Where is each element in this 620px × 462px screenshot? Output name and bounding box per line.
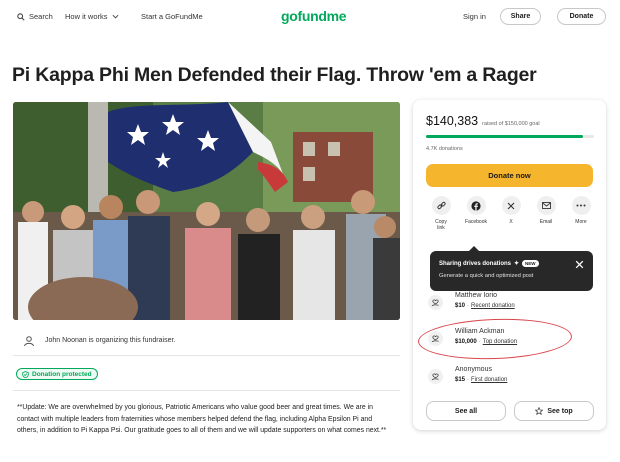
organizer-text: John Noonan is organizing this fundraise… (45, 337, 176, 344)
close-icon[interactable] (574, 259, 585, 270)
donor-amount: $15 (455, 377, 466, 383)
donor-meta: $10 · Recent donation (455, 303, 515, 309)
sharing-tooltip: Sharing drives donations ✦ NEW Generate … (430, 246, 593, 291)
separator-dot: · (467, 377, 470, 383)
share-facebook-label: Facebook (465, 219, 487, 225)
progress-bar (426, 135, 594, 138)
more-icon (571, 196, 591, 215)
donor-name: Anonymous (455, 366, 492, 373)
share-email[interactable]: Email (531, 196, 561, 225)
facebook-icon (466, 196, 486, 215)
share-button[interactable]: Share (500, 8, 541, 25)
email-icon (536, 196, 556, 215)
donor-meta: $15 · First donation (455, 377, 507, 383)
organizer-row: John Noonan is organizing this fundraise… (13, 326, 400, 356)
separator-dot: · (467, 303, 470, 309)
tooltip-title-row: Sharing drives donations ✦ NEW (439, 260, 539, 267)
sparkle-icon: ✦ (514, 261, 520, 267)
donor-tag-link[interactable]: First donation (471, 377, 507, 383)
donor-row: Matthew Iorio $10 · Recent donation (428, 292, 588, 314)
start-gofundme-link[interactable]: Start a GoFundMe (141, 12, 203, 21)
how-it-works-menu[interactable]: How it works (65, 12, 119, 21)
campaign-photo (13, 102, 400, 320)
site-header: Search How it works Start a GoFundMe gof… (0, 0, 620, 36)
see-all-button[interactable]: See all (426, 401, 506, 421)
see-top-label: See top (547, 407, 573, 415)
share-x[interactable]: X (496, 196, 526, 225)
heart-hand-icon (428, 369, 443, 384)
share-copy-link-label: Copy link (435, 219, 447, 231)
donation-protected-badge[interactable]: Donation protected (16, 368, 98, 380)
gofundme-logo[interactable]: gofundme (281, 8, 347, 24)
section-divider (13, 390, 400, 391)
user-icon (24, 335, 34, 346)
donor-row: Anonymous $15 · First donation (428, 366, 588, 388)
page-title: Pi Kappa Phi Men Defended their Flag. Th… (12, 64, 537, 86)
x-icon (501, 196, 521, 215)
tooltip-title: Sharing drives donations (439, 260, 512, 267)
raised-goal: raised of $150,000 goal (482, 121, 540, 127)
link-icon (431, 196, 451, 215)
progress-fill (426, 135, 584, 138)
start-gofundme-label: Start a GoFundMe (141, 12, 203, 21)
signin-link[interactable]: Sign in (463, 12, 486, 21)
search-icon (17, 12, 25, 21)
donor-amount: $10 (455, 303, 466, 309)
campaign-photo-illustration (13, 102, 400, 320)
share-more-label: More (575, 219, 587, 225)
share-email-label: Email (539, 219, 553, 225)
see-top-button[interactable]: See top (514, 401, 594, 421)
search-label: Search (29, 12, 53, 21)
chevron-down-icon (112, 14, 118, 19)
donations-count: 4.7K donations (426, 146, 463, 152)
donate-button[interactable]: Donate (557, 8, 606, 25)
share-more[interactable]: More (566, 196, 596, 225)
heart-hand-icon (428, 295, 443, 310)
tooltip-subtitle: Generate a quick and optimized post (439, 273, 534, 279)
donor-name: Matthew Iorio (455, 292, 498, 299)
shield-icon (22, 370, 29, 378)
share-facebook[interactable]: Facebook (461, 196, 491, 225)
search-link[interactable]: Search (17, 12, 53, 21)
how-it-works-label: How it works (65, 12, 108, 21)
tooltip-arrow (469, 246, 479, 251)
share-copy-link[interactable]: Copy link (426, 196, 456, 231)
donation-protected-label: Donation protected (32, 370, 92, 378)
donation-card: $140,383 raised of $150,000 goal 4.7K do… (413, 100, 606, 430)
donor-tag-link[interactable]: Recent donation (471, 303, 515, 309)
raised-summary: $140,383 raised of $150,000 goal (426, 114, 540, 128)
new-badge: NEW (522, 260, 539, 267)
star-icon (535, 407, 544, 415)
share-x-label: X (509, 219, 513, 225)
raised-amount: $140,383 (426, 114, 479, 128)
story-text: **Update: We are overwhelmed by you glor… (17, 404, 387, 434)
share-options: Copy link Facebook X Email More (426, 196, 596, 236)
donate-now-button[interactable]: Donate now (426, 164, 593, 187)
